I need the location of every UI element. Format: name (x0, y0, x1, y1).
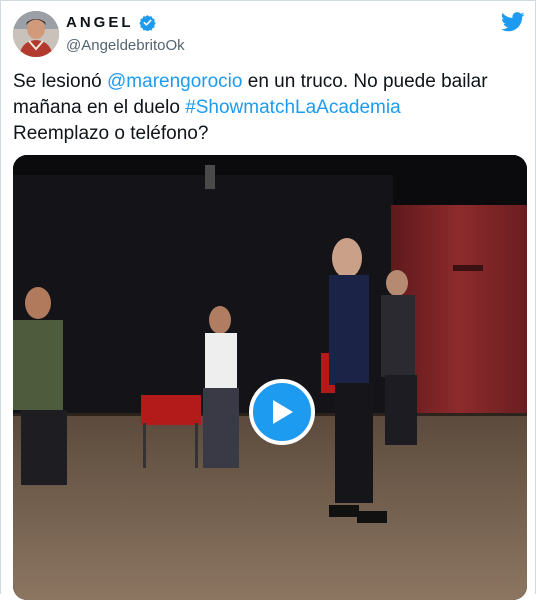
verified-badge-icon (138, 15, 156, 31)
tweet-text-part: Reemplazo o teléfono? (13, 123, 209, 144)
avatar[interactable] (13, 11, 59, 57)
tweet-text: Se lesionó @marengorocio en un truco. No… (13, 69, 523, 147)
tweet-text-part: Se lesionó (13, 71, 108, 92)
play-icon (273, 400, 293, 424)
play-button[interactable] (249, 379, 315, 445)
twitter-bird-icon[interactable] (501, 12, 525, 32)
video-thumbnail (13, 155, 527, 600)
user-handle[interactable]: @AngeldebritoOk (66, 37, 185, 54)
tweet-header: ANGEL @AngeldebritoOk (1, 1, 535, 63)
name-row: ANGEL (66, 14, 156, 31)
tweet-card: ANGEL @AngeldebritoOk Se lesionó @mareng… (0, 0, 536, 600)
avatar-image (13, 11, 59, 57)
mention-link[interactable]: @marengorocio (107, 71, 242, 92)
hashtag-link[interactable]: #ShowmatchLaAcademia (185, 97, 400, 118)
video-player[interactable] (13, 155, 527, 600)
display-name[interactable]: ANGEL (66, 14, 134, 31)
